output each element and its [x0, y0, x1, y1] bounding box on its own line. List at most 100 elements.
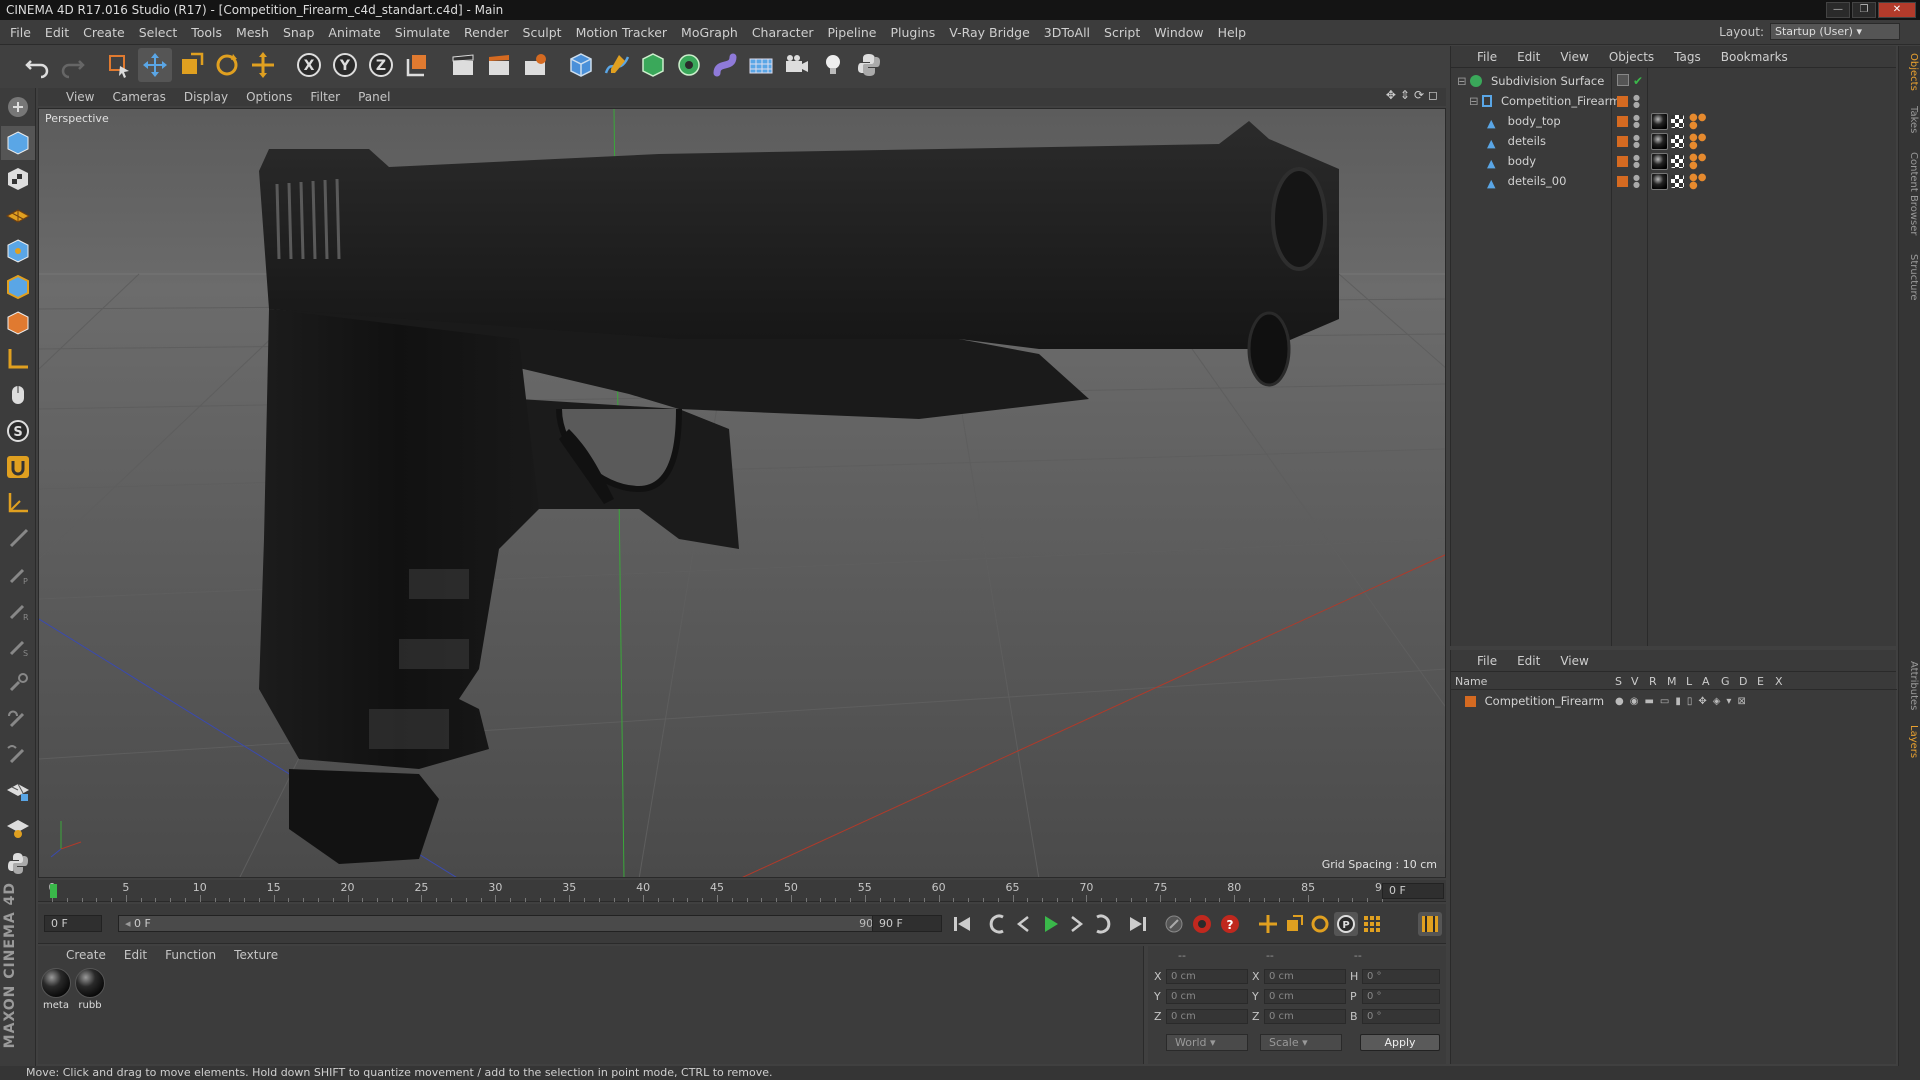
- visibility-dots[interactable]: ● ●: [1633, 174, 1640, 189]
- keyframe-selection-button[interactable]: ?: [1218, 912, 1242, 936]
- undo-button[interactable]: [20, 48, 54, 82]
- redo-button[interactable]: [56, 48, 90, 82]
- go-to-start-button[interactable]: [950, 912, 974, 936]
- menu-help[interactable]: Help: [1218, 25, 1247, 40]
- timeline-ruler[interactable]: 051015202530354045505560657075808590 0 F: [38, 880, 1446, 902]
- tab-layers[interactable]: Layers: [1901, 722, 1919, 762]
- next-frame-button[interactable]: [1064, 912, 1088, 936]
- uvw-tag-icon[interactable]: [1671, 175, 1684, 188]
- x-axis-button[interactable]: X: [292, 48, 326, 82]
- add-cube-button[interactable]: [564, 48, 598, 82]
- menu-tools[interactable]: Tools: [191, 25, 222, 40]
- live-selection-button[interactable]: [102, 48, 136, 82]
- model-mode-button[interactable]: [1, 126, 35, 160]
- layer-color-swatch[interactable]: [1617, 176, 1628, 187]
- menu-sculpt[interactable]: Sculpt: [523, 25, 562, 40]
- axis-mode-button[interactable]: [1, 342, 35, 376]
- menu-window[interactable]: Window: [1154, 25, 1203, 40]
- object-row-body[interactable]: ▲ body ● ● ●● ●: [1451, 152, 1897, 171]
- uvw-tag-icon[interactable]: [1671, 115, 1684, 128]
- menu-file[interactable]: File: [10, 25, 31, 40]
- menu-3dtoall[interactable]: 3DToAll: [1044, 25, 1090, 40]
- layer-color-swatch[interactable]: [1617, 116, 1628, 127]
- object-menu-objects[interactable]: Objects: [1609, 50, 1654, 64]
- previous-frame-button[interactable]: [1012, 912, 1036, 936]
- visibility-dots[interactable]: ● ●: [1633, 94, 1640, 109]
- viewport-maximize-icon[interactable]: ◻: [1428, 88, 1438, 102]
- python-tool-button[interactable]: [1, 846, 35, 880]
- layer-color-swatch[interactable]: [1617, 96, 1628, 107]
- menu-mesh[interactable]: Mesh: [236, 25, 269, 40]
- material-menu-function[interactable]: Function: [165, 948, 216, 962]
- z-axis-button[interactable]: Z: [364, 48, 398, 82]
- add-light-button[interactable]: [816, 48, 850, 82]
- tab-attributes[interactable]: Attributes: [1901, 656, 1919, 716]
- frame-range-slider[interactable]: ◂ 0 F 90 F ▸: [118, 915, 898, 932]
- material-swatch[interactable]: rubb: [74, 968, 106, 1011]
- material-swatch[interactable]: meta: [40, 968, 72, 1011]
- object-row-deteils[interactable]: ▲ deteils ● ● ●● ●: [1451, 132, 1897, 151]
- viewport-menu-cameras[interactable]: Cameras: [112, 90, 165, 104]
- viewport-zoom-icon[interactable]: ⇕: [1400, 88, 1410, 102]
- object-row-body-top[interactable]: ▲ body_top ● ● ●● ●: [1451, 112, 1897, 131]
- previous-key-button[interactable]: [986, 912, 1010, 936]
- layer-menu-view[interactable]: View: [1560, 654, 1588, 668]
- scale-key-button[interactable]: [1282, 912, 1306, 936]
- visibility-dots[interactable]: ● ●: [1633, 114, 1640, 129]
- edges-mode-button[interactable]: [1, 270, 35, 304]
- object-row-subdivision-surface[interactable]: ⊟ Subdivision Surface ✔: [1451, 72, 1897, 91]
- magnet-tool-button[interactable]: [1, 450, 35, 484]
- menu-simulate[interactable]: Simulate: [395, 25, 450, 40]
- rotation-h-field[interactable]: 0 °: [1362, 968, 1440, 984]
- position-z-field[interactable]: 0 cm: [1166, 1008, 1248, 1024]
- add-environment-button[interactable]: [744, 48, 778, 82]
- brush-tool-3-button[interactable]: R: [1, 594, 35, 628]
- rotate-tool-button[interactable]: [210, 48, 244, 82]
- selection-tag-icon[interactable]: ●● ●: [1689, 113, 1706, 131]
- close-button[interactable]: ✕: [1878, 2, 1916, 18]
- material-tag-icon[interactable]: [1651, 113, 1668, 130]
- material-tag-icon[interactable]: [1651, 153, 1668, 170]
- material-menu-texture[interactable]: Texture: [234, 948, 278, 962]
- y-axis-button[interactable]: Y: [328, 48, 362, 82]
- tab-takes[interactable]: Takes: [1901, 102, 1919, 138]
- add-spline-button[interactable]: [600, 48, 634, 82]
- object-menu-view[interactable]: View: [1560, 50, 1588, 64]
- add-camera-button[interactable]: [780, 48, 814, 82]
- workplane-axis-button[interactable]: [1, 486, 35, 520]
- tab-structure[interactable]: Structure: [1901, 250, 1919, 304]
- position-key-button[interactable]: [1256, 912, 1280, 936]
- material-tag-icon[interactable]: [1651, 133, 1668, 150]
- material-tag-icon[interactable]: [1651, 173, 1668, 190]
- play-button[interactable]: [1038, 912, 1062, 936]
- render-settings-button[interactable]: [518, 48, 552, 82]
- timeline-window-button[interactable]: [1418, 912, 1442, 936]
- menu-pipeline[interactable]: Pipeline: [828, 25, 877, 40]
- menu-script[interactable]: Script: [1104, 25, 1140, 40]
- brush-tool-4-button[interactable]: S: [1, 630, 35, 664]
- brush-tool-1-button[interactable]: [1, 522, 35, 556]
- add-subdivision-button[interactable]: [636, 48, 670, 82]
- brush-tool-5-button[interactable]: [1, 666, 35, 700]
- object-menu-edit[interactable]: Edit: [1517, 50, 1540, 64]
- paint-tool-button[interactable]: [1, 774, 35, 808]
- viewport-menu-display[interactable]: Display: [184, 90, 228, 104]
- uvw-tag-icon[interactable]: [1671, 135, 1684, 148]
- menu-plugins[interactable]: Plugins: [890, 25, 935, 40]
- workplane-mode-button[interactable]: [1, 198, 35, 232]
- tab-content-browser[interactable]: Content Browser: [1901, 146, 1919, 242]
- record-active-objects-button[interactable]: [1162, 912, 1186, 936]
- tab-objects[interactable]: Objects: [1901, 50, 1919, 94]
- menu-snap[interactable]: Snap: [283, 25, 314, 40]
- position-x-field[interactable]: 0 cm: [1166, 968, 1248, 984]
- object-row-deteils-00[interactable]: ▲ deteils_00 ● ● ●● ●: [1451, 172, 1897, 191]
- size-z-field[interactable]: 0 cm: [1264, 1008, 1346, 1024]
- menu-mograph[interactable]: MoGraph: [681, 25, 738, 40]
- object-row-competition-firearm[interactable]: ⊟ Competition_Firearm ● ●: [1451, 92, 1897, 111]
- playhead[interactable]: [50, 884, 57, 898]
- menu-edit[interactable]: Edit: [45, 25, 69, 40]
- object-menu-bookmarks[interactable]: Bookmarks: [1721, 50, 1788, 64]
- material-menu-edit[interactable]: Edit: [124, 948, 147, 962]
- add-mograph-button[interactable]: [672, 48, 706, 82]
- menu-character[interactable]: Character: [752, 25, 814, 40]
